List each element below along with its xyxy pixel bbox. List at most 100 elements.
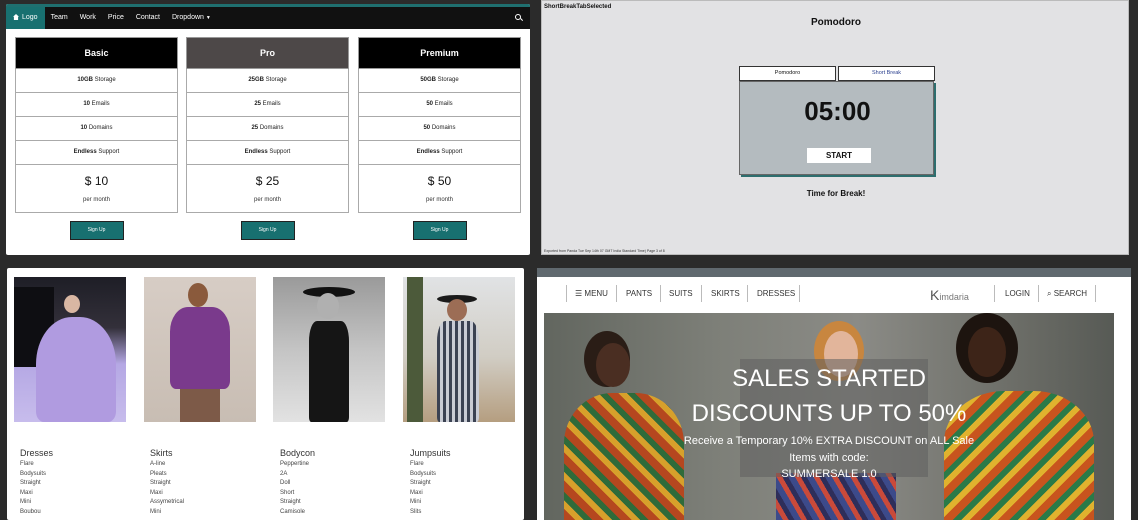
category-link[interactable]: Straight [280,498,315,508]
signup-button[interactable]: Sign Up [240,221,295,240]
search-link[interactable]: ⌕ SEARCH [1047,285,1087,302]
category-title[interactable]: Bodycon [280,448,315,458]
product-photo-dresses[interactable] [14,277,126,422]
search-icon[interactable] [515,14,524,22]
dress-shape [309,321,349,422]
timer-card: 05:00 START [739,81,934,175]
category-link[interactable]: Doll [280,479,315,489]
page-title: Pomodoro [811,17,861,28]
search-icon: ⌕ [1047,289,1052,298]
nav-dresses[interactable]: DRESSES [757,285,795,302]
plan-card-pro: Pro 25GB Storage 25 Emails 25 Domains En… [186,37,349,240]
category-link[interactable]: 2A [280,470,315,480]
category-link[interactable]: Pleats [150,470,184,480]
category-link[interactable]: Short [280,489,315,499]
category-link[interactable]: Straight [150,479,184,489]
model-dress-center [776,473,896,520]
head-shape [317,293,339,319]
category-title[interactable]: Jumpsuits [410,448,451,458]
shop-grid-panel: Dresses Flare Bodysuits Straight Maxi Mi… [7,268,524,520]
nav-team[interactable]: Team [45,7,74,29]
menu-button[interactable]: ☰ MENU [575,285,608,302]
plan-domains: 50 Domains [358,117,521,141]
category-link[interactable]: A-line [150,460,184,470]
hamburger-icon: ☰ [575,289,583,298]
category-link[interactable]: Bodysuits [410,470,451,480]
caret-down-icon: ▼ [205,15,211,21]
hero-subtitle: DISCOUNTS UP TO 50% [691,400,967,427]
login-link[interactable]: LOGIN [1005,285,1030,302]
tab-pomodoro[interactable]: Pomodoro [739,66,836,81]
product-photo-jumpsuits[interactable] [403,277,515,422]
category-title[interactable]: Dresses [20,448,53,458]
product-photo-bodycon[interactable] [273,277,385,422]
category-link[interactable]: Boubou [20,508,53,518]
nav-work[interactable]: Work [74,7,102,29]
plan-card-premium: Premium 50GB Storage 50 Emails 50 Domain… [358,37,521,240]
pricing-navbar: Logo Team Work Price Contact Dropdown ▼ [6,7,530,29]
category-link[interactable]: Flare [410,460,451,470]
category-link[interactable]: Maxi [150,489,184,499]
timer-display: 05:00 [804,96,871,126]
hero-text: Receive a Temporary 10% EXTRA DISCOUNT o… [683,435,975,447]
signup-button[interactable]: Sign Up [412,221,467,240]
plan-support: Endless Support [358,141,521,165]
pricing-panel: Logo Team Work Price Contact Dropdown ▼ B… [6,4,530,255]
head-shape [188,283,208,307]
category-link[interactable]: Slits [410,508,451,518]
nav-skirts[interactable]: SKIRTS [711,285,740,302]
plan-domains: 25 Domains [186,117,349,141]
gown-shape [36,317,116,422]
category-skirts: Skirts A-line Pleats Straight Maxi Assym… [150,448,184,517]
head-shape [64,295,80,313]
plan-name: Pro [186,37,349,69]
promo-code: SUMMERSALE 1.0 [781,468,877,480]
hero-banner[interactable]: SALES STARTED DISCOUNTS UP TO 50% Receiv… [544,313,1114,520]
category-link[interactable]: Flare [20,460,53,470]
category-link[interactable]: Mini [150,508,184,518]
nav-suits[interactable]: SUITS [669,285,693,302]
nav-pants[interactable]: PANTS [626,285,652,302]
category-title[interactable]: Skirts [150,448,184,458]
category-link[interactable]: Bodysuits [20,470,53,480]
store-navbar: ☰ MENU PANTS SUITS SKIRTS DRESSES Kimdar… [537,277,1131,312]
plan-price: $ 10 per month [15,165,178,213]
plan-storage: 10GB Storage [15,69,178,93]
category-link[interactable]: Maxi [410,489,451,499]
category-dresses: Dresses Flare Bodysuits Straight Maxi Mi… [20,448,53,517]
nav-dropdown[interactable]: Dropdown ▼ [166,7,217,29]
category-link[interactable]: Mini [410,498,451,508]
plan-support: Endless Support [186,141,349,165]
hero-text: Items with code: [789,452,869,464]
product-photo-skirts[interactable] [144,277,256,422]
plan-emails: 10 Emails [15,93,178,117]
export-footer: Exported from Panda Tue Sep 14th 07 GMT … [544,249,665,253]
category-link[interactable]: Assymetrical [150,498,184,508]
plan-domains: 10 Domains [15,117,178,141]
head-shape [447,299,467,321]
category-link[interactable]: Mini [20,498,53,508]
dress-shape [170,307,230,389]
plan-name: Basic [15,37,178,69]
plan-name: Premium [358,37,521,69]
fashion-store-panel: ☰ MENU PANTS SUITS SKIRTS DRESSES Kimdar… [537,268,1131,520]
category-link[interactable]: Maxi [20,489,53,499]
plan-price: $ 25 per month [186,165,349,213]
nav-price[interactable]: Price [102,7,130,29]
category-jumpsuits: Jumpsuits Flare Bodysuits Straight Maxi … [410,448,451,517]
category-link[interactable]: Peppertine [280,460,315,470]
category-link[interactable]: Camisole [280,508,315,518]
tab-short-break[interactable]: Short Break [838,66,935,81]
brand-logo[interactable]: Kimdaria [930,287,969,303]
nav-logo[interactable]: Logo [6,7,45,29]
status-message: Time for Break! [806,189,866,198]
start-button[interactable]: START [807,148,871,163]
category-link[interactable]: Straight [410,479,451,489]
signup-button[interactable]: Sign Up [69,221,124,240]
plan-storage: 50GB Storage [358,69,521,93]
category-link[interactable]: Straight [20,479,53,489]
hero-title: SALES STARTED [732,365,926,392]
legs-shape [180,389,220,422]
nav-contact[interactable]: Contact [130,7,166,29]
plan-emails: 25 Emails [186,93,349,117]
